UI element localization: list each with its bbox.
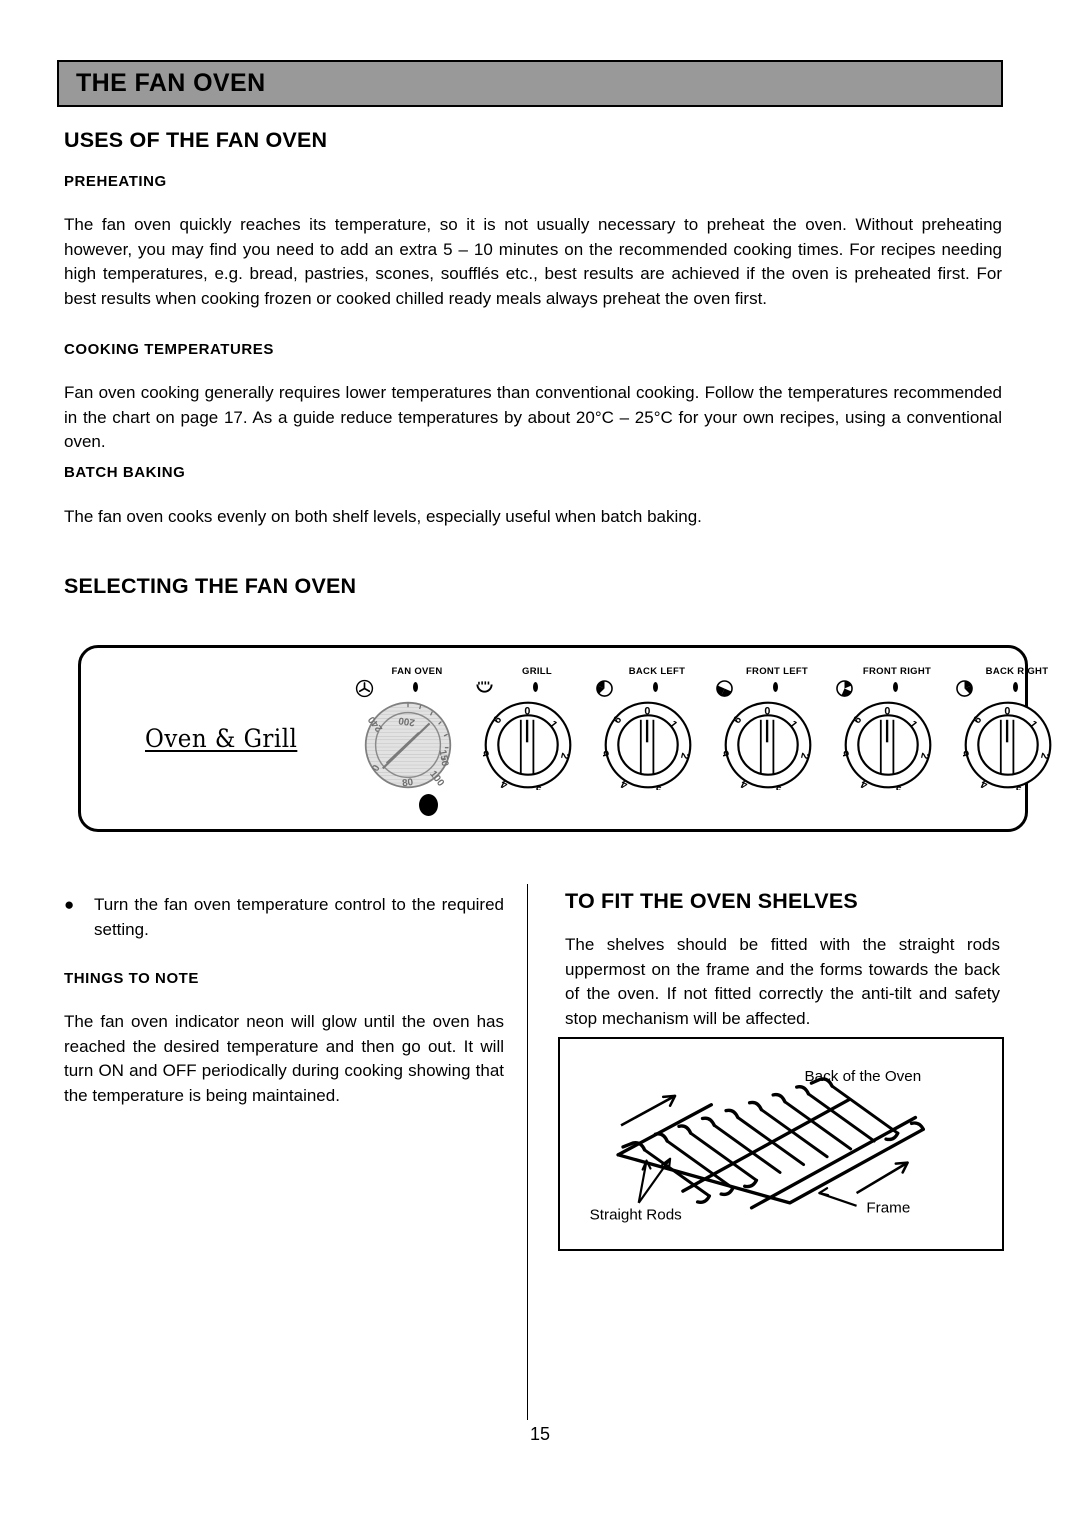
knob-pointer-mark-front-left [773, 682, 778, 692]
svg-text:200: 200 [397, 714, 415, 727]
subheading-things-to-note: THINGS TO NOTE [64, 970, 199, 987]
knob-group-grill: GRILL 0 1 2 3 4 5 6 [469, 666, 587, 826]
grill-element-icon [475, 679, 494, 698]
heading-selecting-the-fan-oven: SELECTING THE FAN OVEN [64, 574, 357, 598]
fan-oven-neon-indicator [419, 794, 438, 816]
knob-pointer-mark-front-right [893, 682, 898, 692]
paragraph-things-to-note: The fan oven indicator neon will glow un… [64, 1012, 504, 1105]
knob-label-grill: GRILL [522, 666, 552, 677]
control-panel-diagram: Oven & Grill FAN OVEN 0 80 100 150 200 2… [78, 645, 1052, 832]
knob-pointer-mark-back-left [653, 682, 658, 692]
knob-label-fan-oven: FAN OVEN [391, 666, 443, 677]
hotplate-back-right-icon [955, 679, 974, 698]
subheading-cooking-temperatures: COOKING TEMPERATURES [64, 341, 274, 358]
paragraph-to-fit-the-oven-shelves: The shelves should be fitted with the st… [565, 935, 1000, 1028]
oven-shelf-figure: Back of the Oven Straight Rods Frame [558, 1037, 1004, 1251]
svg-text:4: 4 [499, 778, 510, 790]
knob-dial-back-left[interactable]: 0 1 2 3 4 5 6 [599, 700, 693, 796]
knob-group-front-right: FRONT RIGHT 0 1 2 3 4 5 6 [829, 666, 947, 826]
knob-group-fan-oven: FAN OVEN 0 80 100 150 200 240 [349, 666, 467, 826]
hotplate-front-right-icon [835, 679, 854, 698]
svg-text:0: 0 [764, 705, 770, 717]
banner-title: THE FAN OVEN [76, 69, 266, 97]
oven-shelf-drawing: Back of the Oven Straight Rods Frame [590, 1068, 925, 1224]
knob-pointer-mark-grill [533, 682, 538, 692]
page-banner: THE FAN OVEN [57, 60, 1003, 107]
svg-text:0: 0 [1004, 705, 1010, 717]
subheading-batch-baking: BATCH BAKING [64, 464, 186, 481]
heading-to-fit-the-oven-shelves: TO FIT THE OVEN SHELVES [565, 889, 858, 913]
knob-group-front-left: FRONT LEFT 0 1 2 3 4 5 6 [709, 666, 827, 826]
page-number: 15 [529, 1424, 551, 1444]
hotplate-front-left-icon [715, 679, 734, 698]
svg-text:4: 4 [979, 778, 990, 790]
heading-uses-of-the-fan-oven: USES OF THE FAN OVEN [64, 128, 328, 152]
knob-dial-back-right[interactable]: 0 1 2 3 4 5 6 [959, 700, 1053, 796]
bullet-text-turn-temperature-control: Turn the fan oven temperature control to… [94, 895, 504, 939]
svg-text:4: 4 [859, 778, 870, 790]
bullet-turn-temperature-control: ● Turn the fan oven temperature control … [64, 893, 504, 942]
svg-text:0: 0 [644, 705, 650, 717]
fan-icon [355, 679, 374, 698]
paragraph-batch-baking: The fan oven cooks evenly on both shelf … [64, 507, 702, 526]
document-page: THE FAN OVEN USES OF THE FAN OVEN PREHEA… [0, 0, 1080, 1528]
knob-label-back-right: BACK RIGHT [985, 666, 1049, 677]
bullet-marker: ● [64, 895, 75, 914]
knob-label-front-left: FRONT LEFT [745, 666, 809, 677]
knob-pointer-mark-back-right [1013, 682, 1018, 692]
knob-label-front-right: FRONT RIGHT [862, 666, 932, 677]
knob-dial-grill[interactable]: 0 1 2 3 4 5 6 [479, 700, 573, 796]
svg-text:4: 4 [619, 778, 630, 790]
subheading-preheating: PREHEATING [64, 173, 167, 190]
hotplate-back-left-icon [595, 679, 614, 698]
svg-text:80: 80 [401, 777, 414, 789]
column-divider [527, 884, 528, 1420]
figure-label-straight-rods: Straight Rods [590, 1207, 683, 1224]
knob-label-back-left: BACK LEFT [628, 666, 686, 677]
brand-logo: Oven & Grill [145, 724, 297, 753]
svg-text:0: 0 [524, 705, 530, 717]
paragraph-preheating: The fan oven quickly reaches its tempera… [64, 215, 1002, 308]
brand-logo-text: Oven & Grill [145, 724, 298, 753]
svg-text:4: 4 [739, 778, 750, 790]
knob-dial-front-left[interactable]: 0 1 2 3 4 5 6 [719, 700, 813, 796]
knob-dial-front-right[interactable]: 0 1 2 3 4 5 6 [839, 700, 933, 796]
figure-label-back-of-the-oven: Back of the Oven [805, 1068, 922, 1085]
knob-group-back-right: BACK RIGHT 0 1 2 3 4 5 6 [949, 666, 1067, 826]
knob-group-back-left: BACK LEFT 0 1 2 3 4 5 6 [589, 666, 707, 826]
figure-label-frame: Frame [866, 1200, 910, 1217]
paragraph-cooking-temperatures: Fan oven cooking generally requires lowe… [64, 383, 1002, 451]
svg-text:0: 0 [884, 705, 890, 717]
knob-dial-fan-oven[interactable]: 0 80 100 150 200 240 [363, 700, 453, 790]
knob-pointer-mark-fan-oven [413, 682, 418, 692]
